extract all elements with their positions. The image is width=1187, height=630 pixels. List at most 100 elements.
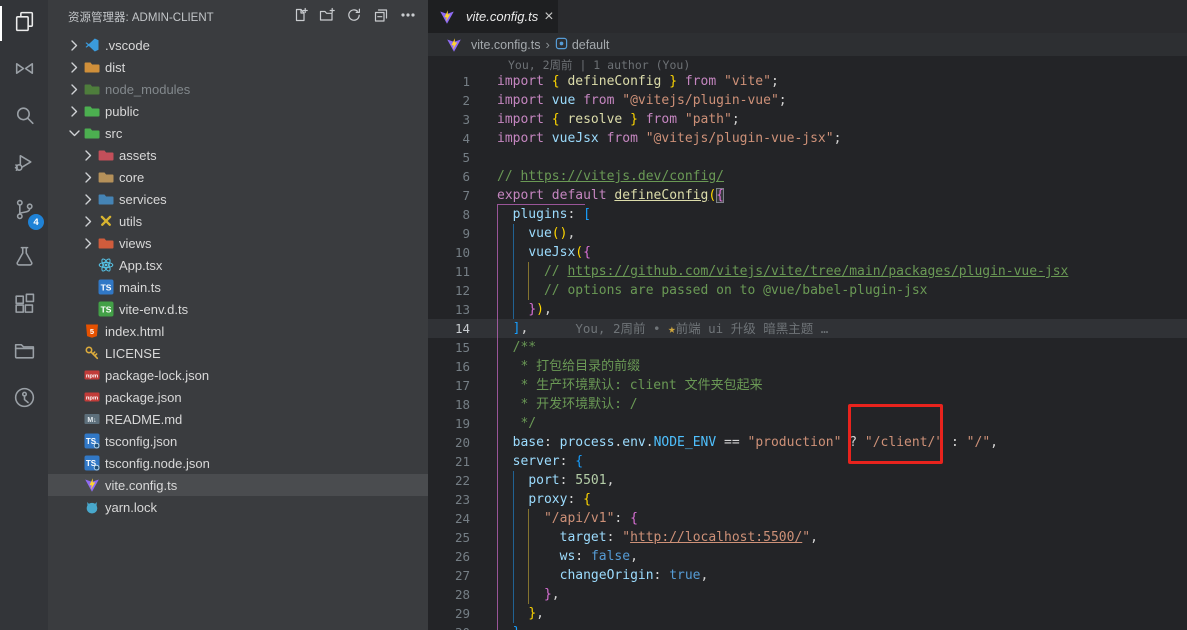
tab-vite-config[interactable]: vite.config.ts ×: [428, 0, 558, 33]
tree-item-src[interactable]: src: [48, 122, 428, 144]
svg-text:TS: TS: [101, 305, 112, 315]
svg-text:npm: npm: [86, 395, 98, 401]
line-number: 7: [428, 186, 470, 205]
code-line-24[interactable]: 24 "/api/v1": {: [428, 509, 1187, 528]
breadcrumb-file[interactable]: vite.config.ts: [444, 37, 540, 53]
new-file-icon: [292, 7, 308, 28]
activity-testing[interactable]: [0, 235, 48, 282]
tree-item-README.md[interactable]: M↓README.md: [48, 408, 428, 430]
code-line-28[interactable]: 28 },: [428, 585, 1187, 604]
new-folder-button[interactable]: [317, 7, 337, 27]
code-line-30[interactable]: 30 },: [428, 623, 1187, 630]
activity-source-control[interactable]: 4: [0, 188, 48, 235]
tree-item-label: views: [119, 236, 152, 251]
activity-project-manager[interactable]: [0, 329, 48, 376]
chevron-right-icon: [66, 81, 82, 97]
code-line-9[interactable]: 9 vue(),: [428, 224, 1187, 243]
line-number: 30: [428, 623, 470, 630]
activity-extensions[interactable]: [0, 282, 48, 329]
line-number: 10: [428, 243, 470, 262]
chevron-right-icon: [66, 37, 82, 53]
activity-search[interactable]: [0, 94, 48, 141]
vite-icon: [84, 477, 100, 493]
tree-item-index.html[interactable]: 5index.html: [48, 320, 428, 342]
ts-icon: TS: [98, 279, 114, 295]
code-line-2[interactable]: 2import vue from "@vitejs/plugin-vue";: [428, 91, 1187, 110]
code-line-15[interactable]: 15 /**: [428, 338, 1187, 357]
code-line-25[interactable]: 25 target: "http://localhost:5500/",: [428, 528, 1187, 547]
code-line-1[interactable]: 1import { defineConfig } from "vite";: [428, 72, 1187, 91]
code-line-13[interactable]: 13 }),: [428, 300, 1187, 319]
line-number: 29: [428, 604, 470, 623]
ts-gear-icon: TS: [84, 455, 100, 471]
code-line-21[interactable]: 21 server: {: [428, 452, 1187, 471]
code-line-27[interactable]: 27 changeOrigin: true,: [428, 566, 1187, 585]
tree-item-vite-env.d.ts[interactable]: TSvite-env.d.ts: [48, 298, 428, 320]
code-line-14[interactable]: 14 ],You, 2周前 • ★前端 ui 升级 暗黑主题 …: [428, 319, 1187, 338]
code-line-29[interactable]: 29 },: [428, 604, 1187, 623]
tree-item-utils[interactable]: utils: [48, 210, 428, 232]
tree-item-assets[interactable]: assets: [48, 144, 428, 166]
tree-item-.vscode[interactable]: .vscode: [48, 34, 428, 56]
line-number: 14: [428, 319, 470, 338]
tree-item-yarn.lock[interactable]: yarn.lock: [48, 496, 428, 518]
new-file-button[interactable]: [290, 7, 310, 27]
code-line-4[interactable]: 4import vueJsx from "@vitejs/plugin-vue-…: [428, 129, 1187, 148]
tree-item-public[interactable]: public: [48, 100, 428, 122]
activity-vs-project[interactable]: [0, 47, 48, 94]
code-line-7[interactable]: 7export default defineConfig({: [428, 186, 1187, 205]
tree-item-core[interactable]: core: [48, 166, 428, 188]
code-line-20[interactable]: 20 base: process.env.NODE_ENV == "produc…: [428, 433, 1187, 452]
code-text: import vueJsx from "@vitejs/plugin-vue-j…: [497, 129, 841, 148]
tree-item-main.ts[interactable]: TS main.ts: [48, 276, 428, 298]
tree-item-node-modules[interactable]: node_modules: [48, 78, 428, 100]
collapse-all-button[interactable]: [371, 7, 391, 27]
tree-item-views[interactable]: views: [48, 232, 428, 254]
tree-item-label: main.ts: [119, 280, 161, 295]
files-icon: [12, 9, 37, 39]
code-line-3[interactable]: 3import { resolve } from "path";: [428, 110, 1187, 129]
tree-item-vite.config.ts[interactable]: vite.config.ts: [48, 474, 428, 496]
line-number: 17: [428, 376, 470, 395]
vite-icon: [439, 9, 455, 25]
code-text: ],: [497, 319, 528, 338]
breadcrumb: vite.config.ts › default: [428, 33, 1187, 56]
code-line-10[interactable]: 10 vueJsx({: [428, 243, 1187, 262]
gitlens-authors-lens[interactable]: You, 2周前 | 1 author (You): [508, 56, 690, 72]
code-editor[interactable]: You, 2周前 | 1 author (You) 1import { defi…: [428, 56, 1187, 630]
breadcrumb-symbol[interactable]: default: [555, 37, 610, 53]
tree-item-LICENSE[interactable]: LICENSE: [48, 342, 428, 364]
activity-run-debug[interactable]: [0, 141, 48, 188]
code-line-22[interactable]: 22 port: 5501,: [428, 471, 1187, 490]
code-line-12[interactable]: 12 // options are passed on to @vue/babe…: [428, 281, 1187, 300]
code-line-18[interactable]: 18 * 开发环境默认: /: [428, 395, 1187, 414]
vscode-icon: [84, 37, 100, 53]
activity-explorer[interactable]: [0, 0, 48, 47]
tree-item-tsconfig.json[interactable]: TStsconfig.json: [48, 430, 428, 452]
code-line-16[interactable]: 16 * 打包给目录的前缀: [428, 357, 1187, 376]
code-line-26[interactable]: 26 ws: false,: [428, 547, 1187, 566]
tree-item-dist[interactable]: dist: [48, 56, 428, 78]
code-text: }),: [497, 300, 552, 319]
tree-item-label: dist: [105, 60, 125, 75]
key-icon: [84, 345, 100, 361]
close-icon[interactable]: ×: [544, 9, 553, 25]
tree-item-package.json[interactable]: npmpackage.json: [48, 386, 428, 408]
activity-git-history[interactable]: [0, 376, 48, 423]
tree-item-tsconfig.node.json[interactable]: TStsconfig.node.json: [48, 452, 428, 474]
code-line-5[interactable]: 5: [428, 148, 1187, 167]
code-line-19[interactable]: 19 */: [428, 414, 1187, 433]
line-number: 16: [428, 357, 470, 376]
code-line-23[interactable]: 23 proxy: {: [428, 490, 1187, 509]
code-line-17[interactable]: 17 * 生产环境默认: client 文件夹包起来: [428, 376, 1187, 395]
code-line-8[interactable]: 8 plugins: [: [428, 205, 1187, 224]
tree-item-services[interactable]: services: [48, 188, 428, 210]
code-text: import vue from "@vitejs/plugin-vue";: [497, 91, 787, 110]
tree-item-App.tsx[interactable]: App.tsx: [48, 254, 428, 276]
code-line-6[interactable]: 6// https://vitejs.dev/config/: [428, 167, 1187, 186]
folder-icon: [98, 147, 114, 163]
refresh-button[interactable]: [344, 7, 364, 27]
tree-item-package-lock.json[interactable]: npmpackage-lock.json: [48, 364, 428, 386]
more-actions-button[interactable]: [398, 7, 418, 27]
code-line-11[interactable]: 11 // https://github.com/vitejs/vite/tre…: [428, 262, 1187, 281]
